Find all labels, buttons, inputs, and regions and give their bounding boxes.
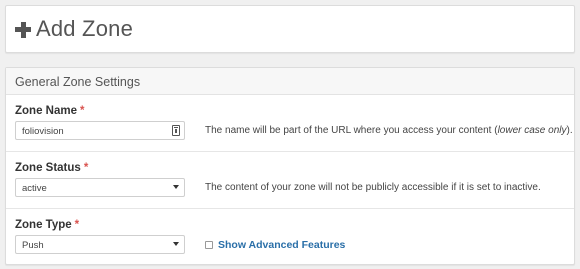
chevron-down-icon xyxy=(173,242,179,246)
zone-type-select[interactable]: Push xyxy=(15,235,185,254)
general-settings-panel: General Zone Settings Zone Name * foliovi… xyxy=(5,67,575,265)
zone-name-help: The name will be part of the URL where y… xyxy=(205,125,573,136)
show-advanced-features-link[interactable]: Show Advanced Features xyxy=(218,239,345,251)
advanced-features-checkbox[interactable] xyxy=(205,241,213,249)
plus-icon xyxy=(15,21,31,38)
page-header: Add Zone xyxy=(5,5,575,53)
zone-type-label: Zone Type * xyxy=(15,219,80,231)
zone-name-row: Zone Name * foliovision The name will be … xyxy=(6,95,574,152)
zone-type-row: Zone Type * Push Show Advanced Features xyxy=(6,209,574,266)
zone-status-help: The content of your zone will not be pub… xyxy=(205,182,541,193)
zone-status-select[interactable]: active xyxy=(15,178,185,197)
zone-status-row: Zone Status * active The content of your … xyxy=(6,152,574,209)
password-manager-icon[interactable] xyxy=(172,125,180,136)
required-mark: * xyxy=(83,162,89,174)
required-mark: * xyxy=(80,105,85,117)
chevron-down-icon xyxy=(173,185,179,189)
panel-heading: General Zone Settings xyxy=(6,68,574,95)
zone-name-label: Zone Name * xyxy=(15,105,85,117)
page-title: Add Zone xyxy=(36,16,134,41)
zone-name-input[interactable]: foliovision xyxy=(15,121,185,140)
required-mark: * xyxy=(74,219,80,231)
zone-status-label: Zone Status * xyxy=(15,162,89,174)
